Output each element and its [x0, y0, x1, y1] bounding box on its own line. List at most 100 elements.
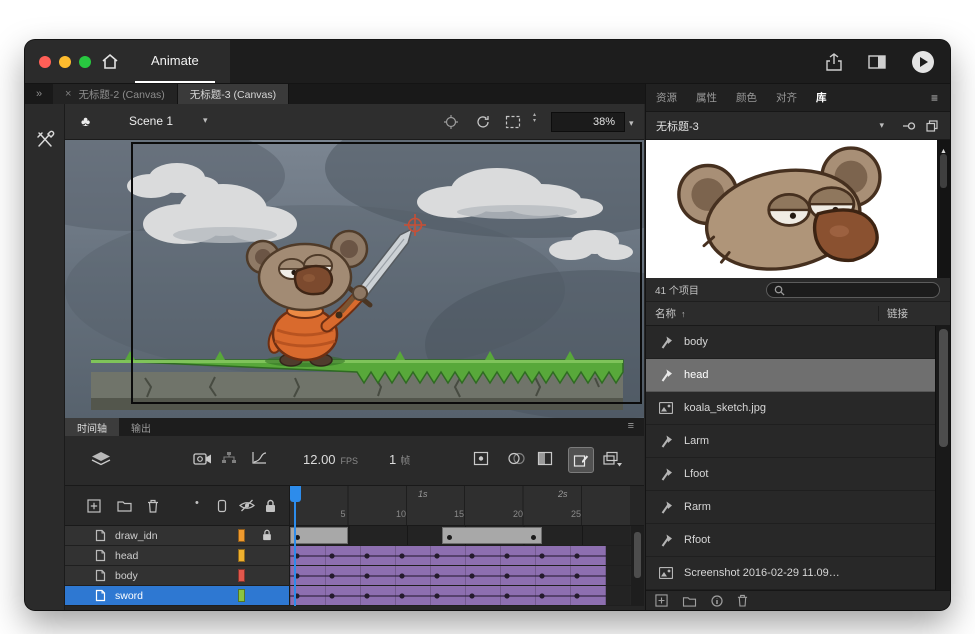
delete-layer-icon[interactable] — [147, 499, 159, 513]
layer-track[interactable] — [290, 566, 630, 585]
tab-align[interactable]: 对齐 — [776, 90, 797, 105]
timeline-panel-menu-icon[interactable]: ≡ — [628, 420, 634, 432]
layer-row-draw-idn[interactable]: draw_idn — [65, 526, 644, 546]
split-frames-icon[interactable] — [537, 451, 553, 466]
library-search-box[interactable] — [766, 282, 940, 298]
document-tab-untitled-3[interactable]: 无标题-3 (Canvas) — [178, 84, 289, 104]
list-item-lfoot[interactable]: Lfoot — [646, 458, 950, 491]
node-hierarchy-icon[interactable] — [221, 451, 237, 464]
highlight-layer-dot-icon[interactable]: • — [195, 497, 199, 509]
list-item-screenshot[interactable]: Screenshot 2016-02-29 11.09… — [646, 557, 950, 590]
panel-menu-icon[interactable]: ≡ — [931, 91, 938, 105]
layer-row-sword[interactable]: sword — [65, 586, 644, 606]
home-button[interactable] — [101, 53, 119, 70]
column-divider[interactable] — [878, 306, 879, 321]
preview-scrollbar[interactable]: ▲ — [937, 140, 950, 278]
layer-row-head[interactable]: head — [65, 546, 644, 566]
share-button[interactable] — [826, 53, 842, 71]
zoom-level-input[interactable]: 38% — [551, 112, 625, 132]
app-title-tab[interactable]: Animate — [135, 40, 215, 83]
zoom-stepper[interactable]: ▴ ▾ — [533, 112, 536, 124]
frame-rate-control[interactable]: 12.00 FPS — [303, 452, 358, 467]
motion-tween-span[interactable] — [290, 586, 606, 605]
layer-name-cell[interactable]: body — [65, 566, 290, 585]
frame-view-options-icon[interactable] — [603, 451, 623, 467]
spin-down-icon[interactable]: ▾ — [533, 118, 536, 124]
sort-ascending-icon[interactable]: ↑ — [681, 309, 686, 319]
layer-name-cell-selected[interactable]: sword — [65, 586, 290, 605]
timeline-ruler[interactable]: 1s 2s 5 10 15 20 25 — [290, 486, 630, 525]
hide-layers-eye-icon[interactable] — [239, 499, 255, 512]
panel-toggle-button[interactable] — [868, 55, 886, 69]
motion-tween-span[interactable] — [290, 546, 606, 565]
new-folder-icon[interactable] — [117, 499, 132, 512]
column-name[interactable]: 名称 — [655, 306, 676, 321]
list-item-larm[interactable]: Larm — [646, 425, 950, 458]
stage-canvas[interactable] — [65, 140, 644, 418]
zoom-chevron-down-icon[interactable]: ▾ — [629, 118, 634, 129]
clip-content-icon[interactable] — [505, 115, 521, 129]
fullscreen-window-button[interactable] — [79, 56, 91, 68]
tab-overflow-icon[interactable]: » — [25, 84, 53, 104]
tab-timeline[interactable]: 时间轴 — [65, 418, 119, 436]
tab-assets[interactable]: 资源 — [656, 90, 677, 105]
column-link[interactable]: 链接 — [887, 306, 908, 321]
list-item-rfoot[interactable]: Rfoot — [646, 524, 950, 557]
list-item-koala-sketch[interactable]: koala_sketch.jpg — [646, 392, 950, 425]
tab-properties[interactable]: 属性 — [696, 90, 717, 105]
scrollbar-thumb[interactable] — [939, 329, 948, 447]
item-label: Lfoot — [684, 468, 708, 480]
center-stage-icon[interactable] — [443, 114, 459, 130]
close-window-button[interactable] — [39, 56, 51, 68]
motion-graph-icon[interactable] — [251, 451, 267, 465]
edit-toolbar-icon[interactable] — [35, 130, 55, 150]
rotate-tool-icon[interactable] — [475, 114, 491, 130]
test-movie-play-button[interactable] — [912, 51, 934, 73]
new-folder-button[interactable] — [682, 595, 697, 607]
minimize-window-button[interactable] — [59, 56, 71, 68]
layer-lock-icon[interactable] — [262, 529, 272, 541]
tab-library[interactable]: 库 — [816, 90, 827, 105]
layer-row-body[interactable]: body — [65, 566, 644, 586]
tab-output[interactable]: 输出 — [119, 418, 163, 436]
layer-track[interactable] — [290, 546, 630, 565]
delete-item-button[interactable] — [737, 594, 748, 607]
list-item-head-selected[interactable]: head — [646, 359, 950, 392]
camera-icon[interactable] — [193, 451, 212, 465]
layer-track[interactable] — [290, 586, 630, 605]
new-library-panel-icon[interactable] — [926, 120, 938, 132]
timeline-scrollbar[interactable] — [631, 526, 644, 606]
library-document-select[interactable]: 无标题-3 ▾ — [656, 118, 884, 134]
static-frame-span[interactable] — [290, 527, 348, 544]
search-input[interactable] — [790, 285, 932, 296]
layer-name-cell[interactable]: draw_idn — [65, 526, 290, 545]
scene-chevron-down-icon[interactable]: ▾ — [203, 115, 208, 126]
list-item-body[interactable]: body — [646, 326, 950, 359]
static-frame-span[interactable] — [442, 527, 542, 544]
new-symbol-button[interactable] — [655, 594, 668, 607]
playhead-line[interactable] — [294, 502, 296, 606]
edit-multiple-frames-button[interactable] — [568, 447, 594, 473]
onion-skin-icon[interactable] — [507, 451, 526, 466]
outline-view-icon[interactable] — [217, 499, 227, 513]
layers-stack-icon[interactable] — [91, 451, 111, 467]
scrollbar-thumb[interactable] — [940, 154, 947, 188]
lock-layers-icon[interactable] — [265, 499, 276, 513]
layer-name-cell[interactable]: head — [65, 546, 290, 565]
playhead-handle[interactable] — [290, 486, 301, 502]
pin-library-icon[interactable] — [902, 121, 916, 131]
motion-tween-span[interactable] — [290, 566, 606, 585]
current-frame-control[interactable]: 1 帧 — [389, 452, 410, 467]
scrollbar-thumb[interactable] — [634, 532, 641, 578]
tab-color[interactable]: 颜色 — [736, 90, 757, 105]
item-properties-button[interactable] — [711, 595, 723, 607]
library-scrollbar[interactable] — [935, 326, 950, 590]
layer-track[interactable] — [290, 526, 630, 545]
scene-breadcrumb[interactable]: Scene 1 — [129, 114, 173, 128]
document-tab-untitled-2[interactable]: × 无标题-2 (Canvas) — [53, 84, 178, 104]
library-column-header[interactable]: 名称 ↑ 链接 — [646, 302, 950, 326]
new-layer-icon[interactable] — [87, 499, 101, 513]
insert-keyframe-icon[interactable] — [473, 451, 489, 466]
close-tab-icon[interactable]: × — [65, 88, 71, 100]
list-item-rarm[interactable]: Rarm — [646, 491, 950, 524]
